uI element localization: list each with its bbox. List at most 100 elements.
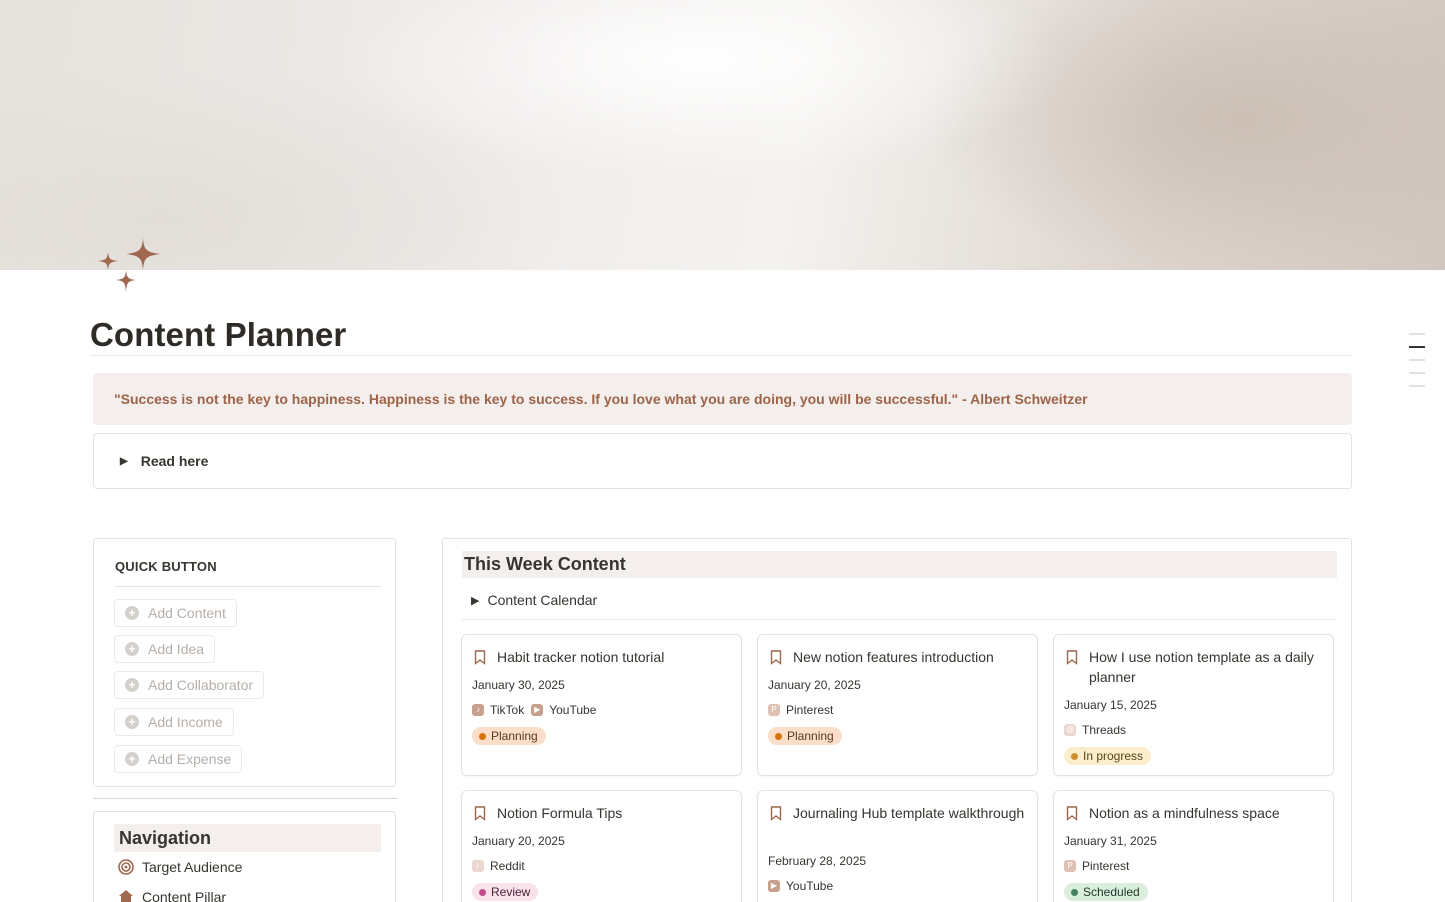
status-dot	[1071, 888, 1078, 896]
card-date: January 15, 2025	[1064, 698, 1157, 712]
toc-line[interactable]	[1409, 359, 1425, 361]
bookmark-icon	[770, 650, 782, 665]
add-income-button[interactable]: + Add Income	[114, 708, 234, 736]
toc-line[interactable]	[1409, 372, 1425, 374]
bookmark-icon	[474, 650, 486, 665]
nav-item-label: Content Pillar	[142, 889, 227, 902]
platform-label: YouTube	[786, 879, 834, 893]
status-dot	[775, 732, 782, 740]
toggle-triangle-icon[interactable]: ▶	[471, 594, 479, 607]
add-collaborator-button[interactable]: + Add Collaborator	[114, 671, 265, 699]
table-of-contents-minimap[interactable]	[1409, 333, 1427, 398]
card-date: January 31, 2025	[1064, 834, 1157, 848]
card-platforms: P Pinterest	[768, 703, 840, 717]
button-label: Add Collaborator	[148, 677, 254, 693]
nav-item-target-audience[interactable]: Target Audience	[118, 859, 242, 875]
card-platforms: r Reddit	[472, 859, 532, 873]
tiktok-icon: ♪	[472, 704, 484, 716]
status-badge: Scheduled	[1064, 883, 1148, 901]
button-label: Add Income	[148, 714, 223, 730]
youtube-icon: ▶	[531, 704, 544, 716]
platform-tag: r Reddit	[472, 859, 525, 873]
platform-tag: ▶ YouTube	[531, 703, 596, 717]
platform-tag: @ Threads	[1064, 723, 1126, 737]
content-card[interactable]: Notion Formula Tips January 20, 2025 r R…	[461, 790, 742, 902]
nav-item-label: Target Audience	[142, 859, 243, 875]
status-dot	[479, 888, 486, 896]
add-content-button[interactable]: + Add Content	[114, 599, 237, 627]
quick-button-panel: QUICK BUTTON + Add Content + Add Idea + …	[93, 538, 396, 787]
card-title: New notion features introduction	[793, 649, 994, 665]
status-badge: Planning	[472, 727, 546, 745]
status-label: In progress	[1083, 749, 1144, 763]
card-date: January 20, 2025	[472, 834, 565, 848]
title-divider	[90, 355, 1352, 356]
nav-item-content-pillar[interactable]: Content Pillar	[118, 889, 226, 902]
status-dot	[1071, 752, 1078, 760]
card-title: Notion as a mindfulness space	[1089, 805, 1280, 821]
platform-label: YouTube	[549, 703, 597, 717]
plus-circle-icon: +	[125, 715, 139, 729]
platform-label: Reddit	[490, 859, 525, 873]
status-badge: Planning	[768, 727, 842, 745]
platform-tag: P Pinterest	[768, 703, 833, 717]
youtube-icon: ▶	[768, 880, 780, 892]
content-calendar-toggle[interactable]: ▶ Content Calendar	[471, 592, 597, 608]
page-title: Content Planner	[90, 316, 347, 353]
toggle-label: Read here	[140, 453, 209, 469]
card-platforms: ▶ YouTube	[768, 879, 840, 893]
read-here-toggle[interactable]: ▶ Read here	[93, 433, 1352, 489]
navigation-panel: Navigation Target Audience Content Pilla…	[93, 811, 396, 902]
bookmark-icon	[1066, 806, 1078, 821]
add-idea-button[interactable]: + Add Idea	[114, 635, 216, 663]
bookmark-icon	[770, 806, 782, 821]
content-card[interactable]: How I use notion template as a daily pla…	[1053, 634, 1334, 776]
card-title: Habit tracker notion tutorial	[497, 649, 665, 665]
home-icon	[119, 890, 133, 902]
platform-tag: P Pinterest	[1064, 859, 1129, 873]
bookmark-icon	[474, 806, 486, 821]
toc-line-active[interactable]	[1409, 346, 1425, 348]
pinterest-icon: P	[1064, 860, 1076, 872]
pinterest-icon: P	[768, 704, 780, 716]
card-date: January 20, 2025	[768, 678, 861, 692]
button-label: Add Idea	[148, 641, 205, 657]
add-expense-button[interactable]: + Add Expense	[114, 745, 243, 773]
card-platforms: @ Threads	[1064, 723, 1133, 737]
sparkles-icon	[98, 238, 160, 292]
cover-image	[0, 0, 1445, 270]
plus-circle-icon: +	[125, 678, 139, 692]
navigation-title: Navigation	[114, 824, 381, 852]
reddit-icon: r	[472, 860, 484, 872]
this-week-title: This Week Content	[462, 551, 1337, 578]
plus-circle-icon: +	[125, 642, 139, 656]
status-label: Planning	[787, 729, 834, 743]
platform-label: TikTok	[490, 703, 525, 717]
card-platforms: ♪ TikTok ▶ YouTube	[472, 703, 603, 717]
content-card[interactable]: New notion features introduction January…	[757, 634, 1038, 776]
toc-line[interactable]	[1409, 385, 1425, 387]
platform-tag: ♪ TikTok	[472, 703, 524, 717]
content-card[interactable]: Notion as a mindfulness space January 31…	[1053, 790, 1334, 902]
content-card[interactable]: Journaling Hub template walkthrough Febr…	[757, 790, 1038, 902]
calendar-toggle-label: Content Calendar	[487, 592, 598, 608]
target-icon	[118, 859, 134, 875]
status-dot	[479, 732, 486, 740]
status-label: Planning	[491, 729, 538, 743]
toc-line[interactable]	[1409, 333, 1425, 335]
quick-button-title: QUICK BUTTON	[115, 559, 217, 574]
toggle-triangle-icon[interactable]: ▶	[120, 456, 128, 467]
this-week-content-panel: This Week Content ▶ Content Calendar Hab…	[442, 538, 1352, 902]
platform-tag: ▶ YouTube	[768, 879, 833, 893]
content-card[interactable]: Habit tracker notion tutorial January 30…	[461, 634, 742, 776]
card-title: Journaling Hub template walkthrough	[793, 805, 1025, 821]
threads-icon: @	[1064, 724, 1076, 736]
button-label: Add Expense	[148, 751, 232, 767]
section-divider	[93, 798, 397, 799]
plus-circle-icon: +	[125, 606, 139, 620]
status-badge: Review	[472, 883, 539, 901]
plus-circle-icon: +	[125, 752, 139, 766]
platform-label: Pinterest	[1082, 859, 1130, 873]
card-title: Notion Formula Tips	[497, 805, 623, 821]
card-platforms: P Pinterest	[1064, 859, 1136, 873]
